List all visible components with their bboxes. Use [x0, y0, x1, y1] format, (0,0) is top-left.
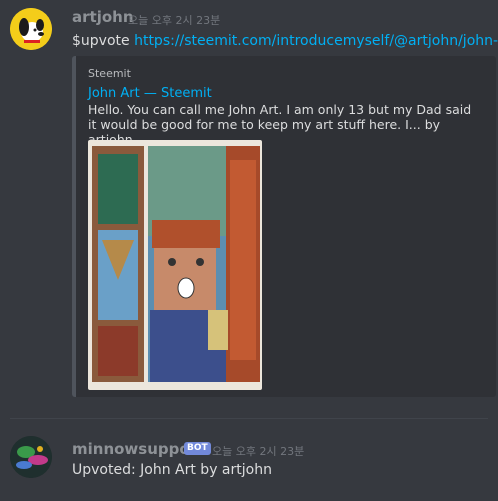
message-minnowsupport	[0, 420, 498, 501]
embed-provider[interactable]: Steemit	[88, 67, 131, 80]
avatar[interactable]	[10, 8, 52, 50]
avatar[interactable]	[10, 436, 52, 478]
message-text: $upvote https://steemit.com/introducemys…	[72, 33, 498, 49]
bot-badge: BOT	[184, 442, 211, 455]
message-divider	[10, 418, 488, 419]
embed-title[interactable]: John Art — Steemit	[88, 86, 212, 101]
message-artjohn: artjohn 오늘 오후 2시 23분 $upvote https://ste…	[0, 0, 498, 410]
message-link[interactable]: https://steemit.com/introducemyself/@art…	[134, 33, 498, 49]
command-text: $upvote	[72, 33, 135, 49]
timestamp: 오늘 오후 2시 23분	[212, 445, 305, 458]
link-embed: Steemit John Art — Steemit Hello. You ca…	[72, 56, 496, 397]
username[interactable]: artjohn	[72, 8, 134, 26]
embed-image[interactable]	[88, 140, 262, 390]
timestamp: 오늘 오후 2시 23분	[128, 14, 221, 27]
message-text: Upvoted: John Art by artjohn	[72, 462, 272, 478]
